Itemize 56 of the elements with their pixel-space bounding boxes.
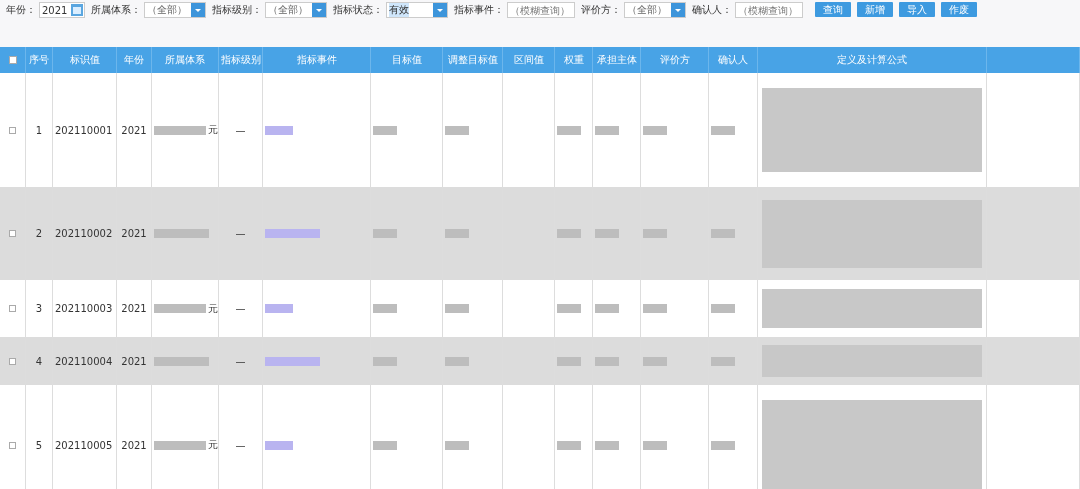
search-field[interactable]: （模糊查询） [507,2,575,18]
column-header: 标识值 [53,47,117,73]
select-field[interactable]: （全部） [265,2,327,18]
table-cell: — [235,439,246,451]
table-cell: 元 [208,438,218,452]
table-cell: 2021 [121,355,147,367]
table-cell: — [235,124,246,136]
table-row[interactable]: 4 202110004 2021 — [0,337,1080,385]
table-cell: 2021 [121,228,147,239]
filter-label: 评价方： [581,3,621,17]
table-cell: 1 [35,124,43,136]
table-cell: — [235,355,246,367]
filter-label: 所属体系： [91,3,141,17]
column-header: 目标值 [371,47,443,73]
filter-label: 指标事件： [454,3,504,17]
column-header: 指标事件 [263,47,371,73]
select-field[interactable]: （全部） [624,2,686,18]
table-cell: 202110005 [55,439,113,451]
table-cell: 4 [35,355,43,367]
column-header: 调整目标值 [443,47,503,73]
table-cell: 202110001 [55,124,113,136]
column-header: 年份 [117,47,152,73]
select-field[interactable]: （全部） [144,2,206,18]
search-field[interactable]: （模糊查询） [735,2,803,18]
table-row[interactable]: 5 202110005 2021 元 — [0,385,1080,489]
table-cell: 2021 [121,303,147,314]
filter-label: 确认人： [692,3,732,17]
select-field[interactable]: 有效 [386,2,448,18]
year-field[interactable]: 2021 [39,2,85,18]
table-cell: 2021 [121,124,147,136]
table-cell: 5 [35,439,43,451]
column-header: 指标级别 [219,47,263,73]
column-header: 确认人 [709,47,758,73]
table-cell: 元 [208,123,218,137]
table-row[interactable]: 1 202110001 2021 元 — [0,73,1080,187]
filter-label: 指标级别： [212,3,262,17]
filter-label: 年份： [6,3,36,17]
column-header: 所属体系 [152,47,219,73]
table-cell: — [235,228,246,239]
table-cell: 2021 [121,439,147,451]
column-header: 定义及计算公式 [758,47,987,73]
table-cell: — [235,303,246,314]
column-header: 承担主体 [593,47,641,73]
table-cell: 2 [35,228,43,239]
column-header: 序号 [26,47,53,73]
filter-label: 指标状态： [333,3,383,17]
column-header: 权重 [555,47,593,73]
table-row[interactable]: 3 202110003 2021 元 — [0,280,1080,337]
column-header: 评价方 [641,47,709,73]
table-cell: 202110004 [55,355,113,367]
table-cell: 3 [35,303,43,314]
table-row[interactable]: 2 202110002 2021 — [0,187,1080,280]
table-cell: 202110002 [55,228,113,239]
table-cell: 202110003 [55,303,113,314]
column-header: 区间值 [503,47,555,73]
table-cell: 元 [208,301,218,316]
